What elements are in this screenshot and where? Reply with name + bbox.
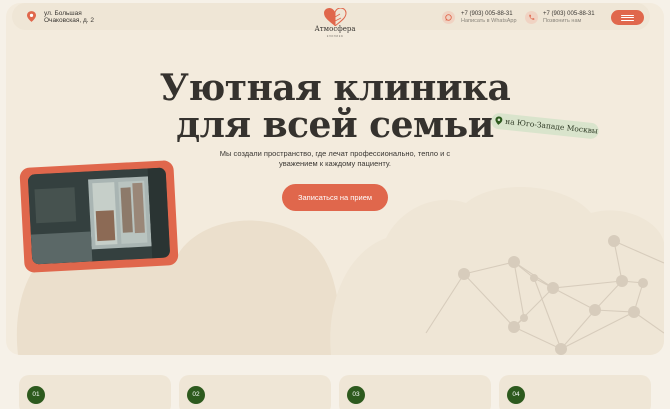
menu-button[interactable]	[611, 10, 644, 25]
card-number-badge: 01	[27, 386, 45, 404]
whatsapp-note[interactable]: Написать в WhatsApp	[461, 18, 517, 24]
card-number-badge: 04	[507, 386, 525, 404]
whatsapp-icon[interactable]	[442, 11, 455, 24]
card-number-badge: 02	[187, 386, 205, 404]
advantage-card: 04	[499, 375, 651, 409]
heart-leaf-logo-icon	[324, 8, 347, 26]
card-number-badge: 03	[347, 386, 365, 404]
logo-name: Атмосфера	[314, 25, 356, 33]
clinic-photo-frame	[19, 160, 179, 273]
advantage-card: 01	[19, 375, 171, 409]
headline-line-1: Уютная клиника	[159, 67, 511, 109]
phone-icon[interactable]	[525, 11, 538, 24]
hamburger-line-icon	[621, 17, 634, 19]
call-note[interactable]: Позвонить нам	[543, 18, 581, 24]
location-pin-icon	[495, 116, 503, 125]
hero-headline: Уютная клиника для всей семьи	[100, 70, 570, 144]
location-pin-icon	[27, 11, 36, 22]
hamburger-line-icon	[621, 19, 634, 21]
clinic-address: ул. Большая Очаковская, д. 2	[44, 10, 94, 24]
advantages-cards: 01 02 03 04	[0, 375, 670, 409]
advantage-card: 03	[339, 375, 491, 409]
whatsapp-phone[interactable]: +7 (903) 005-88-31	[461, 11, 513, 17]
clinic-interior-photo	[27, 167, 171, 265]
advantage-card: 02	[179, 375, 331, 409]
logo-subtitle: клиника	[326, 34, 344, 38]
call-phone[interactable]: +7 (903) 005-88-31	[543, 11, 595, 17]
hamburger-line-icon	[621, 14, 634, 16]
book-appointment-button[interactable]: Записаться на прием	[282, 184, 388, 211]
hero-lead-text: Мы создали пространство, где лечат профе…	[219, 149, 451, 168]
